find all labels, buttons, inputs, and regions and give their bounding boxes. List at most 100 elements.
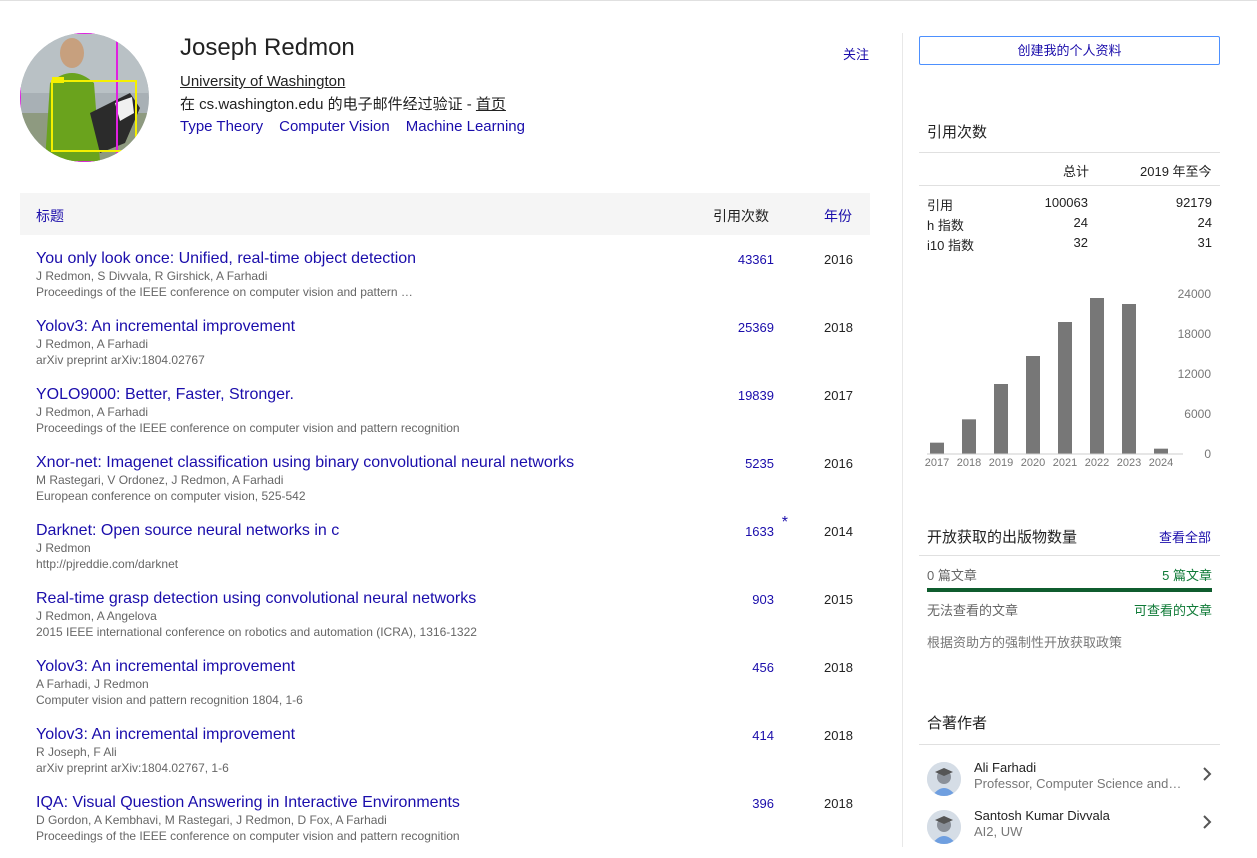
chevron-right-icon[interactable]: [1201, 766, 1213, 782]
publication-venue: Proceedings of the IEEE conference on co…: [36, 421, 460, 435]
stat-label: i10 指数: [927, 238, 974, 253]
sort-by-title[interactable]: 标题: [36, 206, 64, 226]
coauthor-affiliation: AI2, UW: [974, 824, 1023, 839]
citation-count-link[interactable]: 903: [752, 592, 774, 607]
open-access-title: 开放获取的出版物数量: [927, 529, 1078, 546]
x-tick-label: 2018: [957, 457, 981, 469]
publication-title[interactable]: Yolov3: An incremental improvement: [36, 318, 295, 336]
citation-count-link[interactable]: 1633: [745, 524, 774, 539]
publication-year: 2014: [824, 524, 853, 539]
publication-venue: Proceedings of the IEEE conference on co…: [36, 829, 460, 843]
citation-count-link[interactable]: 25369: [738, 320, 774, 335]
interest-computer-vision[interactable]: Computer Vision: [279, 118, 390, 135]
divider: [919, 185, 1220, 186]
publication-authors: R Joseph, F Ali: [36, 745, 117, 759]
merged-citations-star[interactable]: *: [782, 514, 788, 532]
oa-policy-text: 根据资助方的强制性开放获取政策: [927, 635, 1123, 650]
chart-bar[interactable]: [1058, 322, 1072, 454]
stat-row-citations: 引用 100063 92179: [927, 195, 1212, 215]
publication-title[interactable]: IQA: Visual Question Answering in Intera…: [36, 794, 460, 812]
publication-venue: arXiv preprint arXiv:1804.02767, 1-6: [36, 761, 229, 775]
divider: [919, 744, 1220, 745]
top-divider: [0, 0, 1257, 1]
chart-bar[interactable]: [930, 442, 944, 454]
publication-row: Real-time grasp detection using convolut…: [20, 590, 870, 654]
publication-title[interactable]: Yolov3: An incremental improvement: [36, 658, 295, 676]
publication-title[interactable]: Darknet: Open source neural networks in …: [36, 522, 339, 540]
sidebar-divider: [902, 33, 903, 847]
chart-bar[interactable]: [1026, 356, 1040, 454]
publication-venue: 2015 IEEE international conference on ro…: [36, 625, 477, 639]
y-tick-label: 0: [1204, 447, 1211, 461]
publication-year: 2016: [824, 456, 853, 471]
citation-count-link[interactable]: 414: [752, 728, 774, 743]
publication-year: 2018: [824, 660, 853, 675]
interest-machine-learning[interactable]: Machine Learning: [406, 118, 525, 135]
x-tick-label: 2017: [925, 457, 949, 469]
publication-title[interactable]: Yolov3: An incremental improvement: [36, 726, 295, 744]
stat-row-i10-index: i10 指数 32 31: [927, 235, 1212, 255]
chart-bar[interactable]: [1090, 298, 1104, 454]
verified-text: 在 cs.washington.edu 的电子邮件经过验证 -: [180, 96, 476, 113]
publication-title[interactable]: Real-time grasp detection using convolut…: [36, 590, 476, 608]
cited-by-header[interactable]: 引用次数: [713, 206, 769, 226]
coauthor-name[interactable]: Santosh Kumar Divvala: [974, 808, 1110, 823]
oa-available-count[interactable]: 5 篇文章: [1162, 565, 1212, 584]
chart-bar[interactable]: [1154, 448, 1168, 454]
publication-venue: Computer vision and pattern recognition …: [36, 693, 303, 707]
chevron-right-icon[interactable]: [1201, 814, 1213, 830]
view-all-link[interactable]: 查看全部: [1159, 527, 1211, 546]
oa-available-label: 可查看的文章: [1133, 603, 1212, 618]
cited-by-title: 引用次数: [927, 124, 988, 141]
citation-count-link[interactable]: 43361: [738, 252, 774, 267]
citation-count-link[interactable]: 5235: [745, 456, 774, 471]
coauthor-name[interactable]: Ali Farhadi: [974, 760, 1036, 775]
publication-authors: J Redmon, A Farhadi: [36, 405, 149, 419]
publication-row: Yolov3: An incremental improvement J Redm…: [20, 318, 870, 382]
create-profile-button[interactable]: 创建我的个人资料: [919, 36, 1220, 65]
stat-since: 31: [1197, 235, 1212, 250]
x-tick-label: 2021: [1053, 457, 1077, 469]
publication-authors: A Farhadi, J Redmon: [36, 677, 149, 691]
oa-unavailable-label: 无法查看的文章: [927, 603, 1019, 618]
citations-per-year-chart: 2017 2018 2019 2020 2021 2022 2023 2024 24000 180…: [925, 287, 1212, 469]
publication-title[interactable]: Xnor-net: Imagenet classification using …: [36, 454, 574, 472]
chart-bar[interactable]: [1122, 304, 1136, 454]
publication-row: Yolov3: An incremental improvement R Jose…: [20, 726, 870, 790]
citation-count-link[interactable]: 396: [752, 796, 774, 811]
divider: [919, 555, 1220, 556]
publication-venue: European conference on computer vision, …: [36, 489, 306, 503]
publication-title[interactable]: YOLO9000: Better, Faster, Stronger.: [36, 386, 294, 404]
oa-unavailable-count[interactable]: 0 篇文章: [927, 565, 977, 584]
publication-row: IQA: Visual Question Answering in Intera…: [20, 794, 870, 858]
interest-type-theory[interactable]: Type Theory: [180, 118, 263, 135]
homepage-link[interactable]: 首页: [476, 96, 506, 113]
profile-name: Joseph Redmon: [180, 34, 355, 61]
citation-count-link[interactable]: 456: [752, 660, 774, 675]
citation-count-link[interactable]: 19839: [738, 388, 774, 403]
chart-bar[interactable]: [962, 419, 976, 454]
publication-row: You only look once: Unified, real-time o…: [20, 250, 870, 314]
y-tick-label: 24000: [1178, 287, 1212, 301]
publication-year: 2017: [824, 388, 853, 403]
publication-title[interactable]: You only look once: Unified, real-time o…: [36, 250, 416, 268]
coauthors-title: 合著作者: [927, 715, 988, 732]
publication-year: 2015: [824, 592, 853, 607]
publication-venue: Proceedings of the IEEE conference on co…: [36, 285, 413, 299]
publication-year: 2016: [824, 252, 853, 267]
publication-authors: D Gordon, A Kembhavi, M Rastegari, J Red…: [36, 813, 387, 827]
stat-total: 100063: [1044, 195, 1088, 210]
chart-bar[interactable]: [994, 384, 1008, 454]
sort-by-year[interactable]: 年份: [824, 206, 852, 226]
publication-year: 2018: [824, 728, 853, 743]
x-tick-label: 2023: [1117, 457, 1141, 469]
affiliation-link[interactable]: University of Washington: [180, 73, 345, 90]
coauthor-item[interactable]: Ali Farhadi Professor, Computer Science …: [919, 758, 1220, 806]
publication-row: Darknet: Open source neural networks in …: [20, 514, 870, 586]
follow-button[interactable]: 关注: [843, 44, 869, 63]
publication-authors: J Redmon, S Divvala, R Girshick, A Farha…: [36, 269, 268, 283]
publication-venue: arXiv preprint arXiv:1804.02767: [36, 353, 205, 367]
publication-year: 2018: [824, 796, 853, 811]
verified-email: 在 cs.washington.edu 的电子邮件经过验证 - 首页: [180, 93, 506, 114]
publication-authors: M Rastegari, V Ordonez, J Redmon, A Farh…: [36, 473, 284, 487]
